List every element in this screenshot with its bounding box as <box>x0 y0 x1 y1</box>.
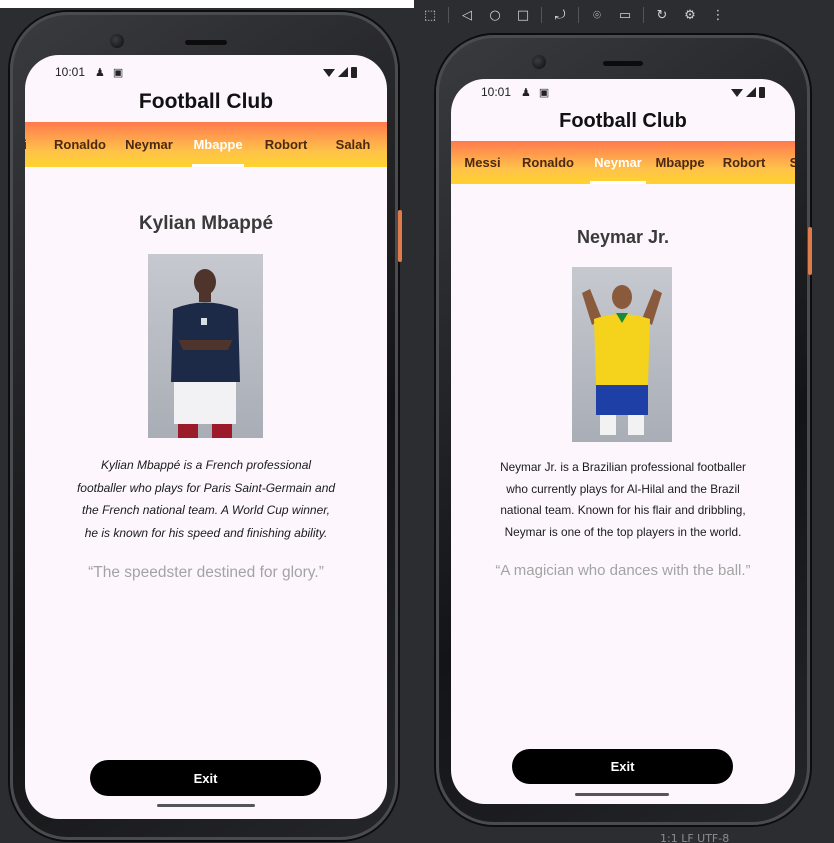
tab-bar: Messi Ronaldo Neymar Mbappe Robort S <box>451 141 795 184</box>
tab-label: Ronaldo <box>522 155 574 170</box>
player-bio: Kylian Mbappé is a French professional f… <box>51 454 361 544</box>
tab-label: Mbappe <box>193 137 243 152</box>
signal-icon <box>746 87 756 97</box>
toolbar-divider <box>448 7 449 23</box>
tab-neymar[interactable]: Neymar <box>590 141 646 184</box>
home-icon[interactable]: ○ <box>485 5 505 25</box>
app-title: Football Club <box>138 90 274 113</box>
tab-ronaldo[interactable]: Ronaldo <box>519 141 577 184</box>
tab-label: Ronaldo <box>54 137 106 152</box>
right-screen: 10:01 ♟ ▣ Football Club Messi Ronaldo Ne… <box>451 79 795 804</box>
app-notification-icon: ▣ <box>112 66 124 79</box>
back-icon[interactable]: ◁ <box>457 5 477 25</box>
app-notification-icon: ▣ <box>538 86 550 99</box>
status-bar: 10:01 ♟ ▣ <box>25 59 387 85</box>
more-icon[interactable]: ⋮ <box>708 5 728 25</box>
notification-icon: ♟ <box>521 86 531 99</box>
tab-label: Salah <box>335 137 371 152</box>
tab-messi[interactable]: i <box>25 122 31 167</box>
speaker <box>603 61 643 66</box>
app-title: Football Club <box>559 110 687 132</box>
wifi-icon <box>731 89 743 97</box>
player-name: Kylian Mbappé <box>138 213 274 234</box>
tab-bar: i Ronaldo Neymar Mbappe Robort Salah <box>25 122 387 167</box>
tab-label: Messi <box>464 155 501 170</box>
ide-status-bar: 1:1 LF UTF-8 <box>660 832 730 843</box>
tab-robort[interactable]: Robort <box>260 122 312 167</box>
screenshot-icon[interactable]: ⌾ <box>587 5 607 25</box>
toolbar-divider <box>541 7 542 23</box>
tab-label: S <box>789 155 795 170</box>
tab-ronaldo[interactable]: Ronaldo <box>50 122 110 167</box>
bio-line: Neymar Jr. is a Brazilian professional f… <box>500 460 746 474</box>
signal-icon <box>338 67 348 77</box>
tab-salah[interactable]: Salah <box>328 122 378 167</box>
player-photo <box>572 267 672 442</box>
tab-salah[interactable]: S <box>789 141 795 184</box>
home-indicator[interactable] <box>575 793 669 796</box>
bio-line: Neymar is one of the top players in the … <box>504 525 742 540</box>
exit-button[interactable]: Exit <box>90 760 321 796</box>
front-camera <box>532 55 546 69</box>
status-time: 10:01 <box>481 85 512 99</box>
active-tab-indicator <box>192 164 244 167</box>
tab-robort[interactable]: Robort <box>719 141 769 184</box>
settings-icon[interactable]: ⚙ <box>680 5 700 25</box>
player-name: Neymar Jr. <box>576 227 670 247</box>
front-camera <box>110 34 124 48</box>
white-strip <box>0 0 414 8</box>
bio-line: footballer who plays for Paris Saint-Ger… <box>76 480 336 495</box>
speaker <box>185 40 227 45</box>
left-screen: 10:01 ♟ ▣ Football Club i Ronaldo Neymar… <box>25 55 387 819</box>
wifi-icon <box>323 69 335 77</box>
tab-label: Mbappe <box>655 155 705 170</box>
tab-label: Robort <box>722 155 766 170</box>
status-bar: 10:01 ♟ ▣ <box>451 79 795 105</box>
tab-label: i <box>25 137 27 152</box>
system-icons <box>731 86 765 98</box>
power-button[interactable] <box>398 210 402 262</box>
player-quote: “A magician who dances with the ball.” <box>495 562 751 579</box>
device-frame-icon[interactable]: ⬚ <box>420 5 440 25</box>
player-photo-art <box>582 285 662 435</box>
battery-icon <box>351 66 357 78</box>
player-photo <box>148 254 263 438</box>
overview-icon[interactable]: □ <box>513 5 533 25</box>
emulator-toolbar: ⬚ ◁ ○ □ ⤾ ⌾ ▭ ↻ ⚙ ⋮ <box>414 0 834 30</box>
status-time: 10:01 <box>55 65 86 79</box>
player-bio: Neymar Jr. is a Brazilian professional f… <box>473 457 773 544</box>
active-tab-indicator <box>590 181 646 184</box>
player-photo-art <box>171 269 240 438</box>
bio-line: Kylian Mbappé is a French professional <box>100 458 312 472</box>
home-indicator[interactable] <box>157 804 255 807</box>
tab-messi[interactable]: Messi <box>460 141 505 184</box>
power-button[interactable] <box>808 227 812 275</box>
toolbar-divider <box>578 7 579 23</box>
exit-button[interactable]: Exit <box>512 749 733 784</box>
system-icons <box>323 66 357 78</box>
tab-mbappe[interactable]: Mbappe <box>192 122 244 167</box>
bio-line: who currently plays for Al-Hilal and the… <box>506 481 740 496</box>
record-icon[interactable]: ▭ <box>615 5 635 25</box>
battery-icon <box>759 86 765 98</box>
tab-label: Neymar <box>594 155 642 170</box>
player-quote: “The speedster destined for glory.” <box>88 564 324 581</box>
rotate-device-icon[interactable]: ⤾ <box>550 5 570 25</box>
notification-icon: ♟ <box>95 66 105 79</box>
tab-mbappe[interactable]: Mbappe <box>655 141 705 184</box>
toolbar-divider <box>643 7 644 23</box>
tab-label: Robort <box>264 137 308 152</box>
tab-label: Neymar <box>125 137 173 152</box>
bio-line: national team. Known for his flair and d… <box>500 503 746 518</box>
bio-line: the French national team. A World Cup wi… <box>82 503 330 517</box>
undo-rotate-icon[interactable]: ↻ <box>652 5 672 25</box>
bio-line: he is known for his speed and finishing … <box>84 525 328 540</box>
tab-neymar[interactable]: Neymar <box>120 122 178 167</box>
